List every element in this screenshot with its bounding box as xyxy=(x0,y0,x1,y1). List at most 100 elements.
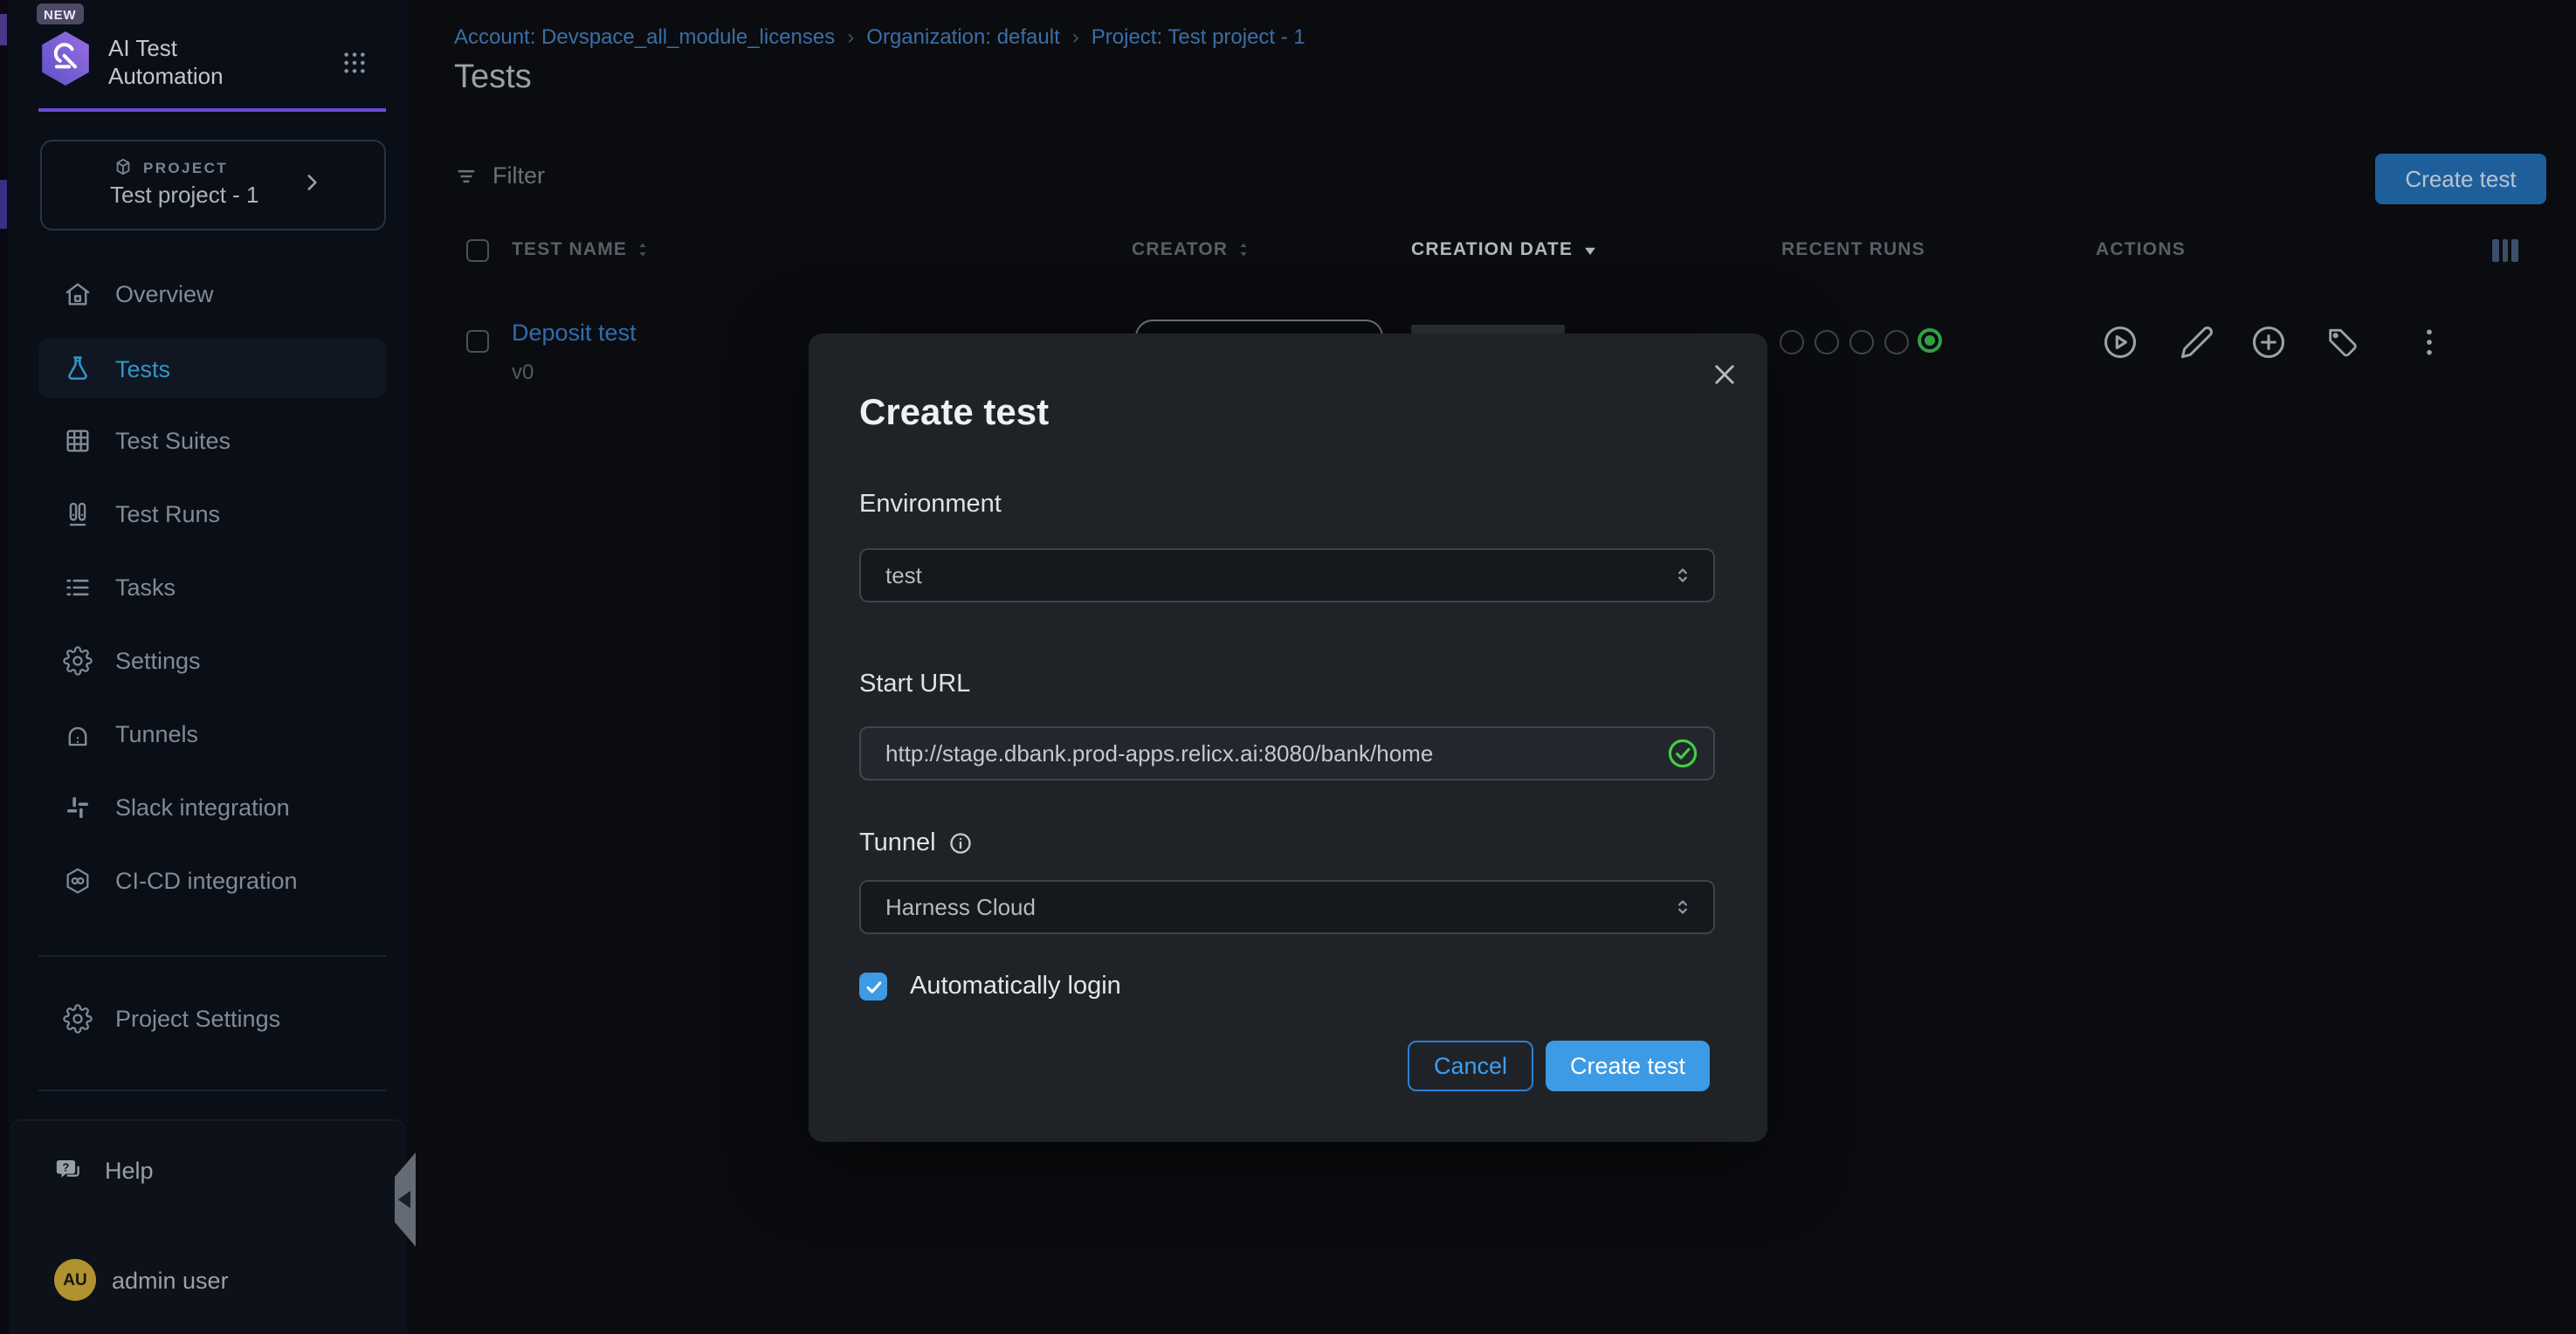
column-header-test-name[interactable]: TEST NAME xyxy=(512,239,651,260)
dialog-title: Create test xyxy=(859,393,1049,435)
column-settings-icon[interactable] xyxy=(2492,239,2517,262)
select-chevrons-icon xyxy=(1671,896,1694,918)
sidebar-divider-lower xyxy=(38,1090,386,1091)
column-header-creation-date[interactable]: CREATION DATE xyxy=(1411,239,1599,260)
gear-icon xyxy=(63,1003,93,1033)
auto-login-checkbox[interactable] xyxy=(859,973,887,1000)
filter-icon xyxy=(454,163,479,188)
breadcrumb-project[interactable]: Project: Test project - 1 xyxy=(1092,24,1305,49)
sidebar-item-tunnels[interactable]: Tunnels xyxy=(38,704,386,763)
collapse-arrow-icon xyxy=(397,1191,410,1208)
start-url-value: http://stage.dbank.prod-apps.relicx.ai:8… xyxy=(885,740,1433,767)
app-switcher-icon[interactable] xyxy=(341,49,368,77)
brand-divider xyxy=(38,108,386,112)
edge-accent-top xyxy=(0,14,7,45)
filter-button[interactable]: Filter xyxy=(454,162,545,189)
checkmark-icon xyxy=(864,977,883,996)
cancel-button[interactable]: Cancel xyxy=(1408,1041,1533,1091)
run-status-dot-passed[interactable] xyxy=(1918,328,1942,353)
new-badge: NEW xyxy=(37,3,83,24)
close-icon[interactable] xyxy=(1710,360,1739,389)
sidebar-item-tasks[interactable]: Tasks xyxy=(38,557,386,616)
breadcrumb: Account: Devspace_all_module_licenses › … xyxy=(454,24,1305,49)
cube-icon xyxy=(114,157,133,176)
sidebar-item-test-runs[interactable]: Test Runs xyxy=(38,484,386,543)
project-eyebrow: PROJECT xyxy=(114,157,228,176)
dialog-actions: Cancel Create test xyxy=(1408,1041,1710,1091)
tunnel-label: Tunnel xyxy=(859,829,973,857)
column-header-actions: ACTIONS xyxy=(2096,239,2186,260)
start-url-label: Start URL xyxy=(859,670,970,698)
creation-date-value xyxy=(1411,325,1565,334)
run-status-dot[interactable] xyxy=(1815,330,1839,354)
valid-check-icon xyxy=(1666,737,1699,770)
slack-icon xyxy=(63,792,93,822)
auto-login-row: Automatically login xyxy=(859,973,1121,1000)
tunnel-select[interactable]: Harness Cloud xyxy=(859,880,1715,934)
column-header-creator[interactable]: CREATOR xyxy=(1132,239,1252,260)
sort-icon xyxy=(634,239,651,260)
breadcrumb-organization[interactable]: Organization: default xyxy=(866,24,1060,49)
environment-label: Environment xyxy=(859,491,1002,519)
sidebar-item-help[interactable]: ? Help xyxy=(54,1156,154,1186)
chevron-right-icon xyxy=(300,171,323,194)
add-icon[interactable] xyxy=(2249,323,2288,361)
sort-icon xyxy=(1235,239,1252,260)
sidebar-item-settings[interactable]: Settings xyxy=(38,630,386,690)
info-icon[interactable] xyxy=(948,831,973,856)
tag-icon[interactable] xyxy=(2325,325,2359,360)
flask-icon xyxy=(63,354,93,383)
select-chevrons-icon xyxy=(1671,564,1694,587)
create-test-submit-button[interactable]: Create test xyxy=(1546,1041,1710,1091)
breadcrumb-separator: › xyxy=(847,24,854,49)
row-checkbox[interactable] xyxy=(466,330,489,353)
project-selector[interactable]: PROJECT Test project - 1 xyxy=(40,140,386,230)
select-all-checkbox[interactable] xyxy=(466,239,489,262)
breadcrumb-account[interactable]: Account: Devspace_all_module_licenses xyxy=(454,24,835,49)
sidebar-item-test-suites[interactable]: Test Suites xyxy=(38,410,386,470)
cicd-hexagon-link-icon xyxy=(63,865,93,895)
gear-icon xyxy=(63,645,93,675)
home-icon xyxy=(63,278,93,308)
create-test-dialog: Create test Environment test Start URL h… xyxy=(809,334,1767,1142)
help-chat-icon: ? xyxy=(54,1156,84,1186)
test-name-link[interactable]: Deposit test xyxy=(512,320,637,346)
start-url-input[interactable]: http://stage.dbank.prod-apps.relicx.ai:8… xyxy=(859,726,1715,780)
run-status-dot[interactable] xyxy=(1780,330,1804,354)
sort-desc-icon xyxy=(1580,240,1599,259)
user-menu[interactable]: AU admin user xyxy=(54,1259,229,1301)
tunnel-icon xyxy=(63,719,93,748)
sidebar-footer-panel xyxy=(9,1119,407,1334)
app-window: NEW AI Test Automation xyxy=(0,0,2576,1334)
app-logo-icon[interactable] xyxy=(38,30,93,87)
left-edge-strip xyxy=(0,0,9,1334)
environment-select[interactable]: test xyxy=(859,548,1715,602)
test-runs-icon xyxy=(63,499,93,528)
app-title: AI Test Automation xyxy=(108,35,224,91)
breadcrumb-separator: › xyxy=(1072,24,1079,49)
sidebar-item-cicd-integration[interactable]: CI-CD integration xyxy=(38,850,386,910)
run-test-icon[interactable] xyxy=(2101,323,2139,361)
project-name: Test project - 1 xyxy=(110,182,259,208)
auto-login-label: Automatically login xyxy=(910,973,1121,1000)
edge-accent-mid xyxy=(0,180,7,229)
edit-icon[interactable] xyxy=(2180,325,2214,360)
sidebar-item-tests[interactable]: Tests xyxy=(38,339,386,398)
test-version: v0 xyxy=(512,360,534,384)
sidebar-item-overview[interactable]: Overview xyxy=(38,264,386,323)
create-test-button[interactable]: Create test xyxy=(2375,154,2546,204)
sidebar-item-slack-integration[interactable]: Slack integration xyxy=(38,777,386,836)
page-title: Tests xyxy=(454,59,532,98)
run-status-dot[interactable] xyxy=(1884,330,1909,354)
column-header-recent-runs: RECENT RUNS xyxy=(1781,239,1925,260)
grid-icon xyxy=(63,425,93,455)
sidebar-item-project-settings[interactable]: Project Settings xyxy=(38,988,386,1048)
user-name: admin user xyxy=(112,1267,229,1293)
task-list-icon xyxy=(63,572,93,602)
sidebar: NEW AI Test Automation xyxy=(9,0,407,1334)
kebab-menu-icon[interactable] xyxy=(2412,325,2447,360)
run-status-dot[interactable] xyxy=(1849,330,1874,354)
avatar: AU xyxy=(54,1259,96,1301)
svg-text:?: ? xyxy=(63,1160,70,1173)
sidebar-divider-upper xyxy=(38,955,386,957)
